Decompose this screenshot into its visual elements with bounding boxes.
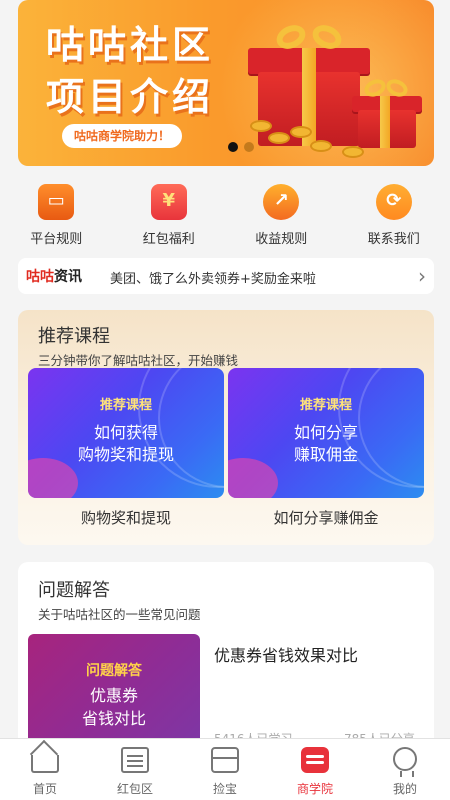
banner-title-line2: 项目介绍 [46, 77, 215, 119]
course-thumb-text: 如何获得 购物奖和提现 [28, 422, 224, 466]
shopping-bag-icon: ▭ [38, 184, 75, 220]
course-thumb-text: 如何分享 赚取佣金 [228, 422, 424, 466]
tab-label: 首页 [32, 782, 57, 796]
bottom-tab-bar: 首页 红包区 捡宝 商学院 我的 [0, 738, 450, 800]
coin-icon [268, 132, 290, 144]
carousel-dot[interactable] [244, 142, 254, 152]
course-card-thumbnail[interactable]: 推荐课程 如何获得 购物奖和提现 [28, 368, 224, 498]
quick-action-label: 红包福利 [142, 232, 195, 247]
section-subtitle: 关于咕咕社区的一些常见问题 [38, 607, 201, 622]
tab-label: 红包区 [116, 782, 153, 796]
tab-profile[interactable]: 我的 [360, 739, 450, 800]
tab-label: 商学院 [296, 782, 333, 796]
chevron-right-icon[interactable]: › [418, 264, 426, 288]
section-subtitle: 三分钟带你了解咕咕社区，开始赚钱 [38, 353, 239, 368]
school-icon [301, 747, 329, 773]
course-thumb-line2: 赚取佣金 [293, 445, 358, 464]
contact-refresh-icon: ⟳ [375, 184, 412, 220]
faq-section: 问题解答 关于咕咕社区的一些常见问题 问题解答 优惠券 省钱对比 优惠券省钱效果… [18, 562, 434, 762]
faq-tag: 问题解答 [86, 663, 142, 679]
promo-banner[interactable]: 咕咕社区 项目介绍 咕咕商学院助力！ [18, 0, 434, 166]
quick-action-earning-rules[interactable]: ↗ 收益规则 [225, 180, 338, 250]
news-brand-red: 咕咕 [26, 269, 54, 285]
quick-action-label: 收益规则 [255, 232, 308, 247]
red-envelope-icon: ¥ [150, 184, 187, 220]
coin-icon [310, 140, 332, 152]
course-thumb-line2: 购物奖和提现 [77, 445, 174, 464]
tab-red-packet[interactable]: 红包区 [90, 739, 180, 800]
quick-actions-row: ▭ 平台规则 ¥ 红包福利 ↗ 收益规则 ⟳ 联系我们 [0, 180, 450, 250]
faq-thumb-line2: 省钱对比 [81, 709, 146, 728]
tab-business-school[interactable]: 商学院 [270, 739, 360, 800]
section-title: 问题解答 [38, 580, 110, 601]
tab-home[interactable]: 首页 [0, 739, 90, 800]
quick-action-contact[interactable]: ⟳ 联系我们 [338, 180, 450, 250]
tab-treasure[interactable]: 捡宝 [180, 739, 270, 800]
faq-item-title[interactable]: 优惠券省钱效果对比 [214, 642, 358, 666]
coin-icon [342, 146, 364, 158]
coin-icon [290, 126, 312, 138]
course-caption[interactable]: 购物奖和提现 [28, 507, 224, 528]
course-tag: 推荐课程 [99, 398, 152, 413]
section-title: 推荐课程 [38, 326, 110, 347]
course-caption[interactable]: 如何分享赚佣金 [228, 507, 424, 528]
carousel-indicator [228, 142, 254, 152]
home-icon [31, 755, 59, 773]
course-thumb-line1: 如何分享 [293, 423, 358, 442]
carousel-dot-active[interactable] [228, 142, 238, 152]
coin-icon [250, 120, 272, 132]
course-card-thumbnail[interactable]: 推荐课程 如何分享 赚取佣金 [228, 368, 424, 498]
list-icon [121, 747, 149, 773]
course-thumb-line1: 如何获得 [93, 423, 158, 442]
tab-label: 我的 [392, 782, 417, 796]
news-text: 美团、饿了么外卖领券+奖励金来啦 [110, 272, 316, 287]
banner-title-line1: 咕咕社区 [46, 25, 215, 67]
small-gift-illustration [352, 76, 422, 148]
tab-label: 捡宝 [212, 782, 237, 796]
faq-thumb-line1: 优惠券 [89, 686, 138, 705]
box-icon [211, 747, 239, 773]
recommended-courses-section: 推荐课程 三分钟带你了解咕咕社区，开始赚钱 推荐课程 如何获得 购物奖和提现 购… [18, 310, 434, 545]
profile-icon [393, 747, 417, 777]
banner-pill: 咕咕商学院助力！ [62, 124, 183, 148]
faq-thumb-text: 优惠券 省钱对比 [28, 684, 200, 730]
chart-growth-icon: ↗ [263, 184, 300, 220]
quick-action-label: 联系我们 [367, 232, 420, 247]
quick-action-label: 平台规则 [30, 232, 83, 247]
news-ticker[interactable]: 咕咕资讯 美团、饿了么外卖领券+奖励金来啦 › [18, 258, 434, 294]
quick-action-red-packet[interactable]: ¥ 红包福利 [113, 180, 226, 250]
course-tag: 推荐课程 [299, 398, 352, 413]
news-brand: 咕咕资讯 [26, 266, 82, 286]
news-brand-dark: 资讯 [54, 269, 82, 285]
quick-action-platform-rules[interactable]: ▭ 平台规则 [0, 180, 113, 250]
